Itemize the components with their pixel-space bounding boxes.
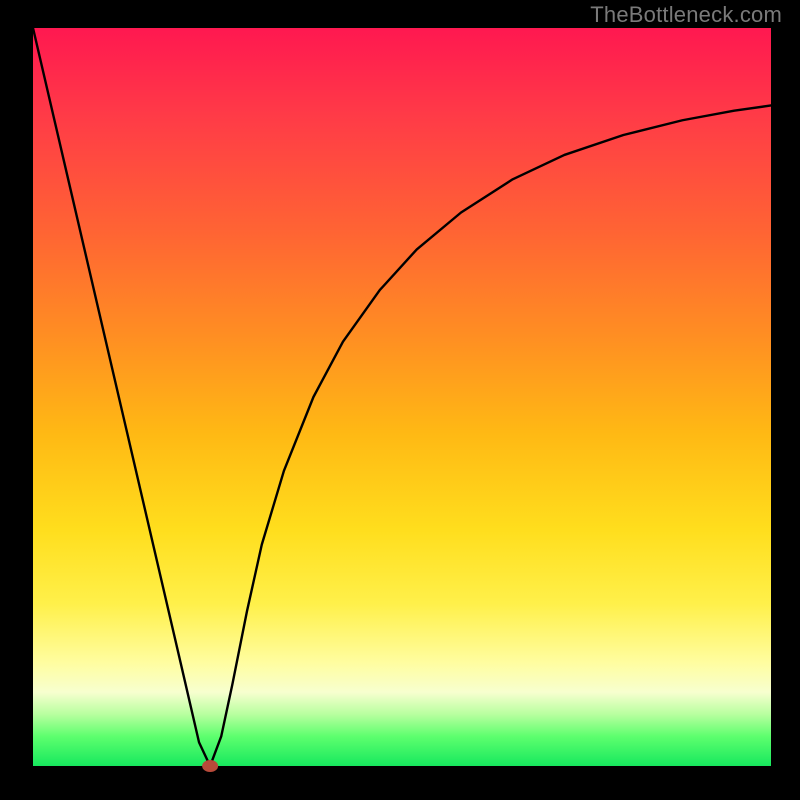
chart-curve [33,28,771,766]
watermark-text: TheBottleneck.com [590,2,782,28]
chart-frame: TheBottleneck.com [0,0,800,800]
minimum-marker [202,760,218,772]
chart-svg [33,28,771,766]
